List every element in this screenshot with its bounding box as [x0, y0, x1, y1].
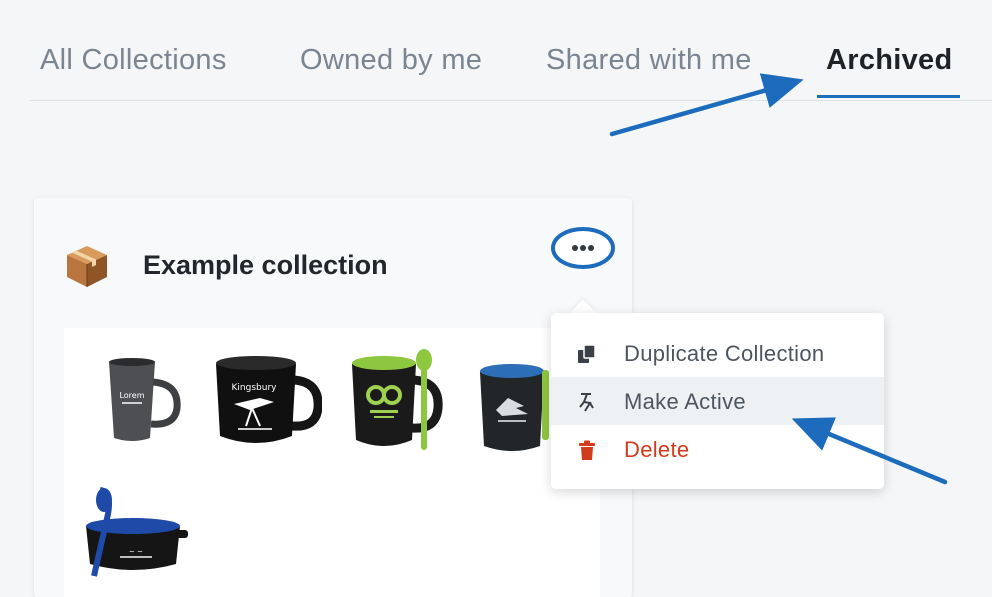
product-bowl-with-spork: ~ ~	[86, 487, 188, 577]
tab-owned-by-me[interactable]: Owned by me	[300, 44, 482, 77]
tab-archived[interactable]: Archived	[826, 44, 953, 77]
collection-context-menu: Duplicate Collection Make Active Delete	[551, 313, 884, 489]
menu-item-label: Duplicate Collection	[624, 341, 825, 366]
menu-item-label: Make Active	[624, 389, 746, 414]
product-mug-black: Kingsbury	[216, 356, 322, 443]
tab-shared-with-me[interactable]: Shared with me	[546, 44, 752, 77]
mug-imprint: Kingsbury	[232, 383, 278, 393]
menu-item-label: Delete	[624, 437, 690, 462]
copy-icon	[578, 344, 596, 363]
product-mug-blue-interior	[480, 364, 549, 451]
svg-text:~ ~: ~ ~	[129, 548, 143, 556]
active-tab-indicator	[817, 95, 960, 98]
product-mug-grey: Lorem	[109, 358, 181, 441]
collection-title[interactable]: Example collection	[143, 250, 388, 281]
package-box-icon	[67, 246, 107, 287]
more-options-icon[interactable]	[550, 225, 616, 271]
trash-icon	[579, 440, 595, 460]
activate-icon	[579, 393, 594, 412]
menu-item-make-active[interactable]: Make Active	[551, 377, 884, 425]
product-mug-green-spoon	[352, 349, 443, 450]
menu-item-delete[interactable]: Delete	[551, 425, 884, 473]
collection-tabs: All Collections Owned by me Shared with …	[30, 0, 992, 101]
menu-item-duplicate-collection[interactable]: Duplicate Collection	[551, 329, 884, 377]
mug-imprint: Lorem	[119, 391, 144, 400]
tab-all-collections[interactable]: All Collections	[40, 44, 227, 77]
